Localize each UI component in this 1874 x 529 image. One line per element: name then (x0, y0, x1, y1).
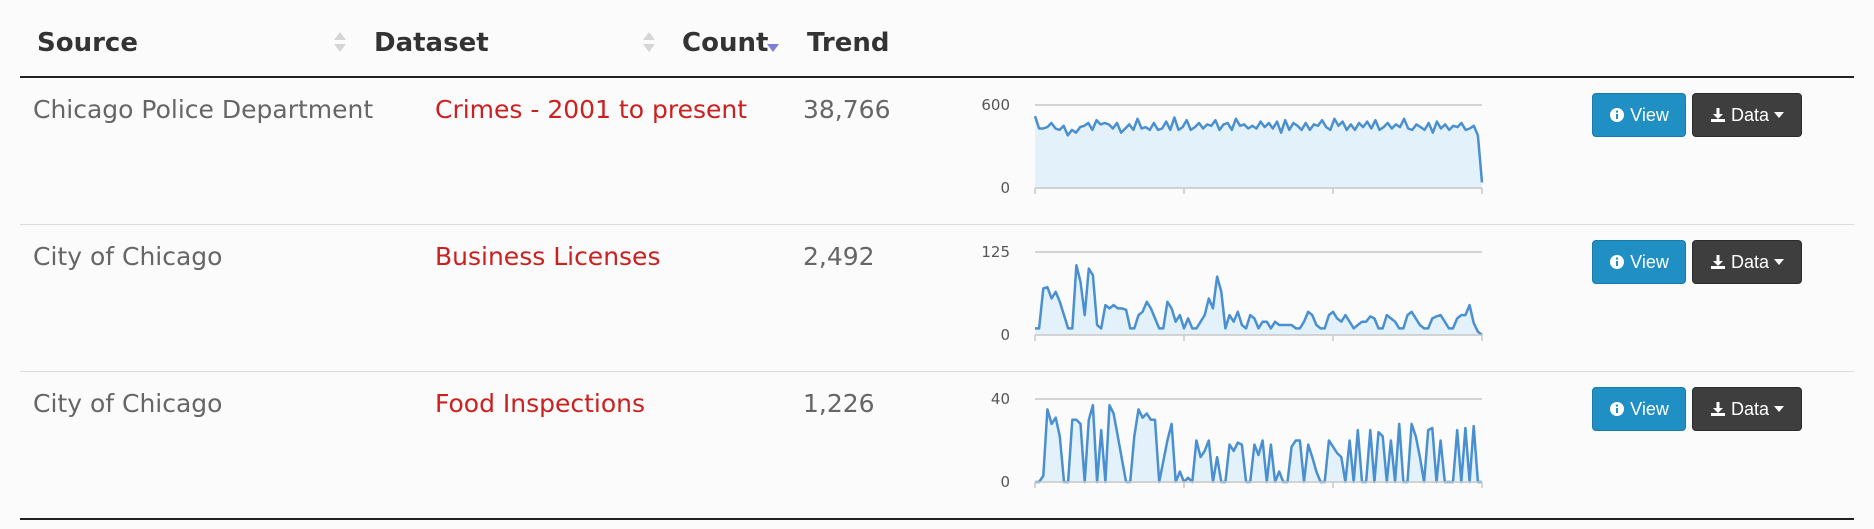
table-row: City of Chicago Business Licenses 2,492 … (20, 225, 1854, 372)
data-button-label: Data (1730, 251, 1770, 272)
data-dropdown-button[interactable]: Data (1692, 240, 1802, 284)
count-cell: 38,766 (803, 95, 891, 124)
column-header-dataset[interactable]: Dataset (374, 28, 489, 58)
table-row: City of Chicago Food Inspections 1,226 4… (20, 372, 1854, 520)
y-tick-label: 40 (991, 390, 1010, 408)
source-cell: City of Chicago (33, 242, 223, 271)
y-tick-label: 0 (1000, 326, 1010, 344)
info-icon (1610, 402, 1625, 416)
datasets-table: Source Dataset Count Trend Chicago Polic… (20, 0, 1854, 520)
column-header-source[interactable]: Source (37, 28, 138, 58)
y-tick-label: 600 (981, 96, 1010, 114)
view-button-label: View (1630, 251, 1669, 272)
data-button-label: Data (1730, 398, 1770, 419)
data-dropdown-button[interactable]: Data (1692, 93, 1802, 137)
y-tick-label: 0 (1000, 473, 1010, 491)
column-header-count[interactable]: Count (682, 28, 768, 58)
y-tick-label: 0 (1000, 179, 1010, 197)
download-icon (1710, 402, 1725, 416)
column-header-trend: Trend (807, 28, 890, 58)
trend-sparkline: 600 0 (981, 96, 1484, 197)
download-icon (1710, 255, 1725, 269)
view-button[interactable]: View (1592, 93, 1686, 137)
data-dropdown-button[interactable]: Data (1692, 387, 1802, 431)
source-cell: Chicago Police Department (33, 95, 374, 124)
view-button-label: View (1630, 398, 1669, 419)
view-button[interactable]: View (1592, 387, 1686, 431)
table-row: Chicago Police Department Crimes - 2001 … (20, 78, 1854, 225)
count-cell: 1,226 (803, 389, 875, 418)
sort-both-icon[interactable] (642, 30, 656, 54)
info-icon (1610, 255, 1625, 269)
trend-sparkline: 40 0 (991, 390, 1483, 491)
dataset-link[interactable]: Food Inspections (435, 389, 645, 418)
source-cell: City of Chicago (33, 389, 223, 418)
data-button-label: Data (1730, 104, 1770, 125)
download-icon (1710, 108, 1725, 122)
view-button[interactable]: View (1592, 240, 1686, 284)
y-tick-label: 125 (981, 243, 1010, 261)
sort-descending-icon[interactable] (766, 30, 780, 54)
count-cell: 2,492 (803, 242, 875, 271)
table-header: Source Dataset Count Trend (20, 0, 1854, 78)
sort-both-icon[interactable] (333, 30, 347, 54)
trend-sparkline: 125 0 (981, 243, 1483, 344)
caret-down-icon (1774, 406, 1785, 412)
dataset-link[interactable]: Crimes - 2001 to present (435, 95, 747, 124)
info-icon (1610, 108, 1625, 122)
view-button-label: View (1630, 104, 1669, 125)
caret-down-icon (1774, 259, 1785, 265)
caret-down-icon (1774, 112, 1785, 118)
dataset-link[interactable]: Business Licenses (435, 242, 660, 271)
